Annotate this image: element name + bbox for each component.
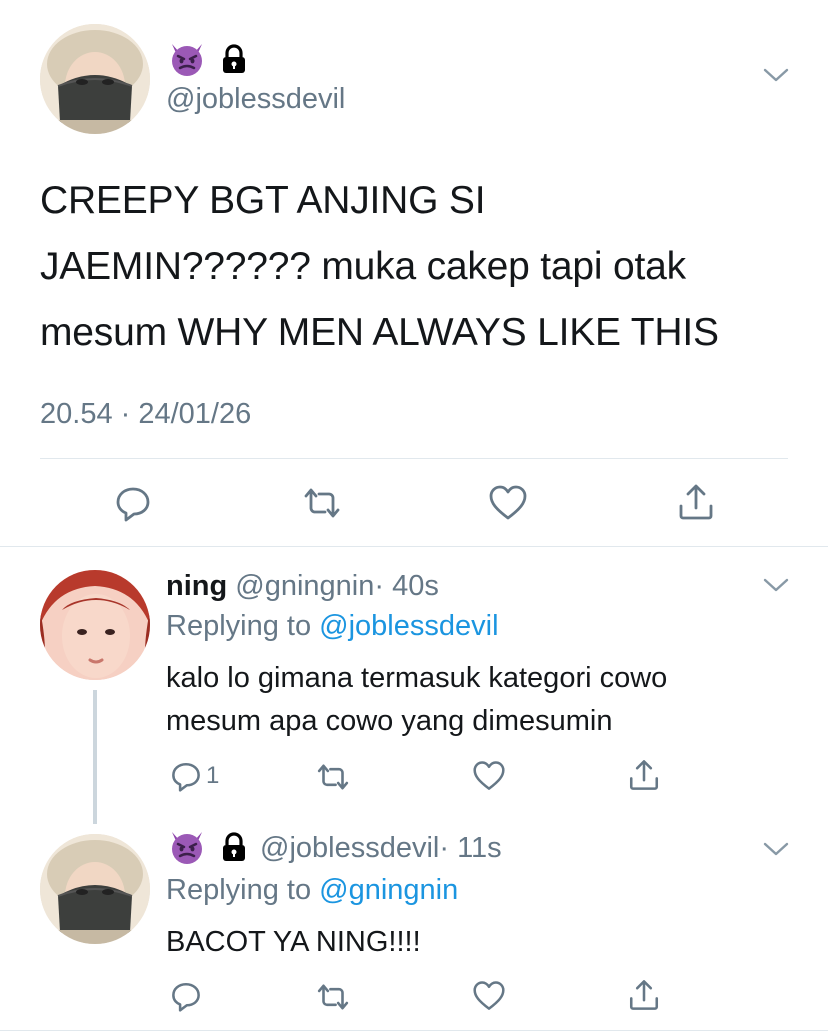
share-icon[interactable] <box>676 482 716 522</box>
replying-to-label: Replying to <box>166 610 312 642</box>
chevron-down-icon[interactable] <box>762 840 790 858</box>
avatar[interactable] <box>40 570 150 680</box>
chevron-down-icon[interactable] <box>762 66 790 84</box>
reply-icon[interactable] <box>170 980 202 1012</box>
reply-text: BACOT YA NING!!!! <box>166 926 421 958</box>
reply-author-handle[interactable]: @joblessdevil <box>260 832 439 864</box>
reply-time[interactable]: · 11s <box>439 832 501 864</box>
retweet-icon[interactable] <box>300 486 344 520</box>
retweet-icon[interactable] <box>314 762 352 792</box>
reply-icon[interactable] <box>114 484 152 522</box>
replying-to-link[interactable]: @joblessdevil <box>319 610 498 642</box>
lock-icon <box>220 44 248 74</box>
reply-icon[interactable] <box>170 760 202 792</box>
chevron-down-icon[interactable] <box>762 576 790 594</box>
reply-author-handle[interactable]: @gningnin <box>235 570 374 602</box>
tweet-text-line: CREEPY BGT ANJING SI <box>40 179 486 222</box>
replying-to-link[interactable]: @gningnin <box>319 874 458 906</box>
share-icon[interactable] <box>627 978 661 1012</box>
tweet-text-line: mesum WHY MEN ALWAYS LIKE THIS <box>40 311 719 354</box>
divider <box>0 1030 828 1031</box>
tweet-author-handle[interactable]: @joblessdevil <box>166 82 345 116</box>
reply-text-line: kalo lo gimana termasuk kategori cowo <box>166 662 668 694</box>
reply-text-line: mesum apa cowo yang dimesumin <box>166 705 613 737</box>
avatar[interactable] <box>40 834 150 944</box>
devil-emoji <box>168 828 206 866</box>
replying-to-label: Replying to <box>166 874 312 906</box>
divider <box>0 546 828 547</box>
replying-to: Replying to @gningnin <box>166 870 458 910</box>
replying-to: Replying to @joblessdevil <box>166 606 499 646</box>
like-icon[interactable] <box>488 484 528 522</box>
thread-connector-line <box>93 690 97 824</box>
reply-header: ning @gningnin· 40s <box>166 566 439 606</box>
reply-header: @joblessdevil· 11s <box>260 828 502 868</box>
tweet-timestamp[interactable]: 20.54 · 24/01/26 <box>40 396 251 432</box>
lock-icon <box>220 832 248 862</box>
reply-text: kalo lo gimana termasuk kategori cowo me… <box>166 657 667 743</box>
tweet-text: CREEPY BGT ANJING SI JAEMIN?????? muka c… <box>40 168 719 366</box>
reply-time[interactable]: · 40s <box>374 570 438 602</box>
like-icon[interactable] <box>472 760 506 792</box>
reply-author-name[interactable]: ning <box>166 570 227 602</box>
retweet-icon[interactable] <box>314 982 352 1012</box>
devil-emoji <box>168 40 206 78</box>
tweet-text-line: JAEMIN?????? muka cakep tapi otak <box>40 245 686 288</box>
divider <box>40 458 788 459</box>
avatar[interactable] <box>40 24 150 134</box>
reply-count: 1 <box>206 762 220 789</box>
like-icon[interactable] <box>472 980 506 1012</box>
share-icon[interactable] <box>627 758 661 792</box>
